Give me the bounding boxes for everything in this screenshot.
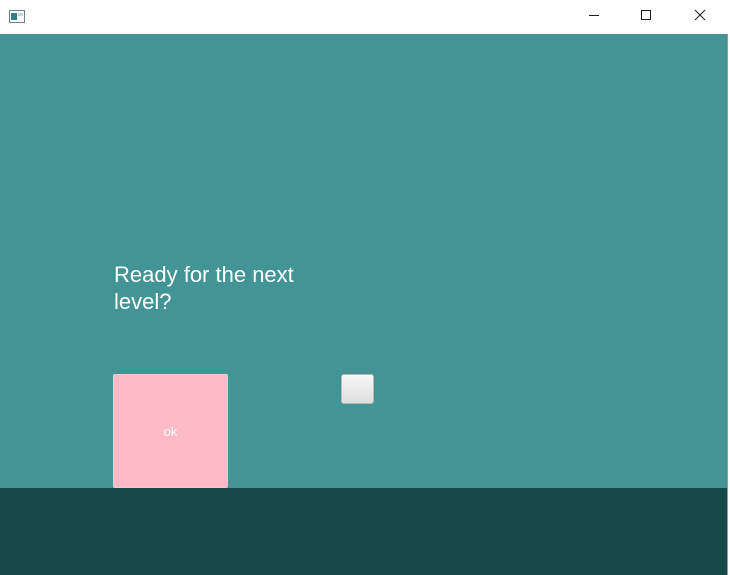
app-icon: [9, 10, 25, 23]
app-window: Ready for the next level? ok: [0, 0, 727, 575]
window-border: [727, 34, 728, 575]
minimize-button[interactable]: [571, 0, 617, 33]
close-button[interactable]: [677, 0, 723, 33]
ok-button[interactable]: ok: [113, 374, 228, 488]
level-prompt: Ready for the next level?: [114, 262, 294, 314]
game-area: [0, 34, 727, 488]
title-bar[interactable]: [0, 0, 727, 34]
maximize-button[interactable]: [623, 0, 669, 33]
footer-bar: [0, 488, 727, 575]
minimize-icon: [588, 8, 600, 26]
close-icon: [694, 8, 706, 26]
maximize-icon: [640, 8, 652, 26]
blank-button[interactable]: [341, 374, 374, 404]
ok-button-label: ok: [163, 423, 178, 439]
